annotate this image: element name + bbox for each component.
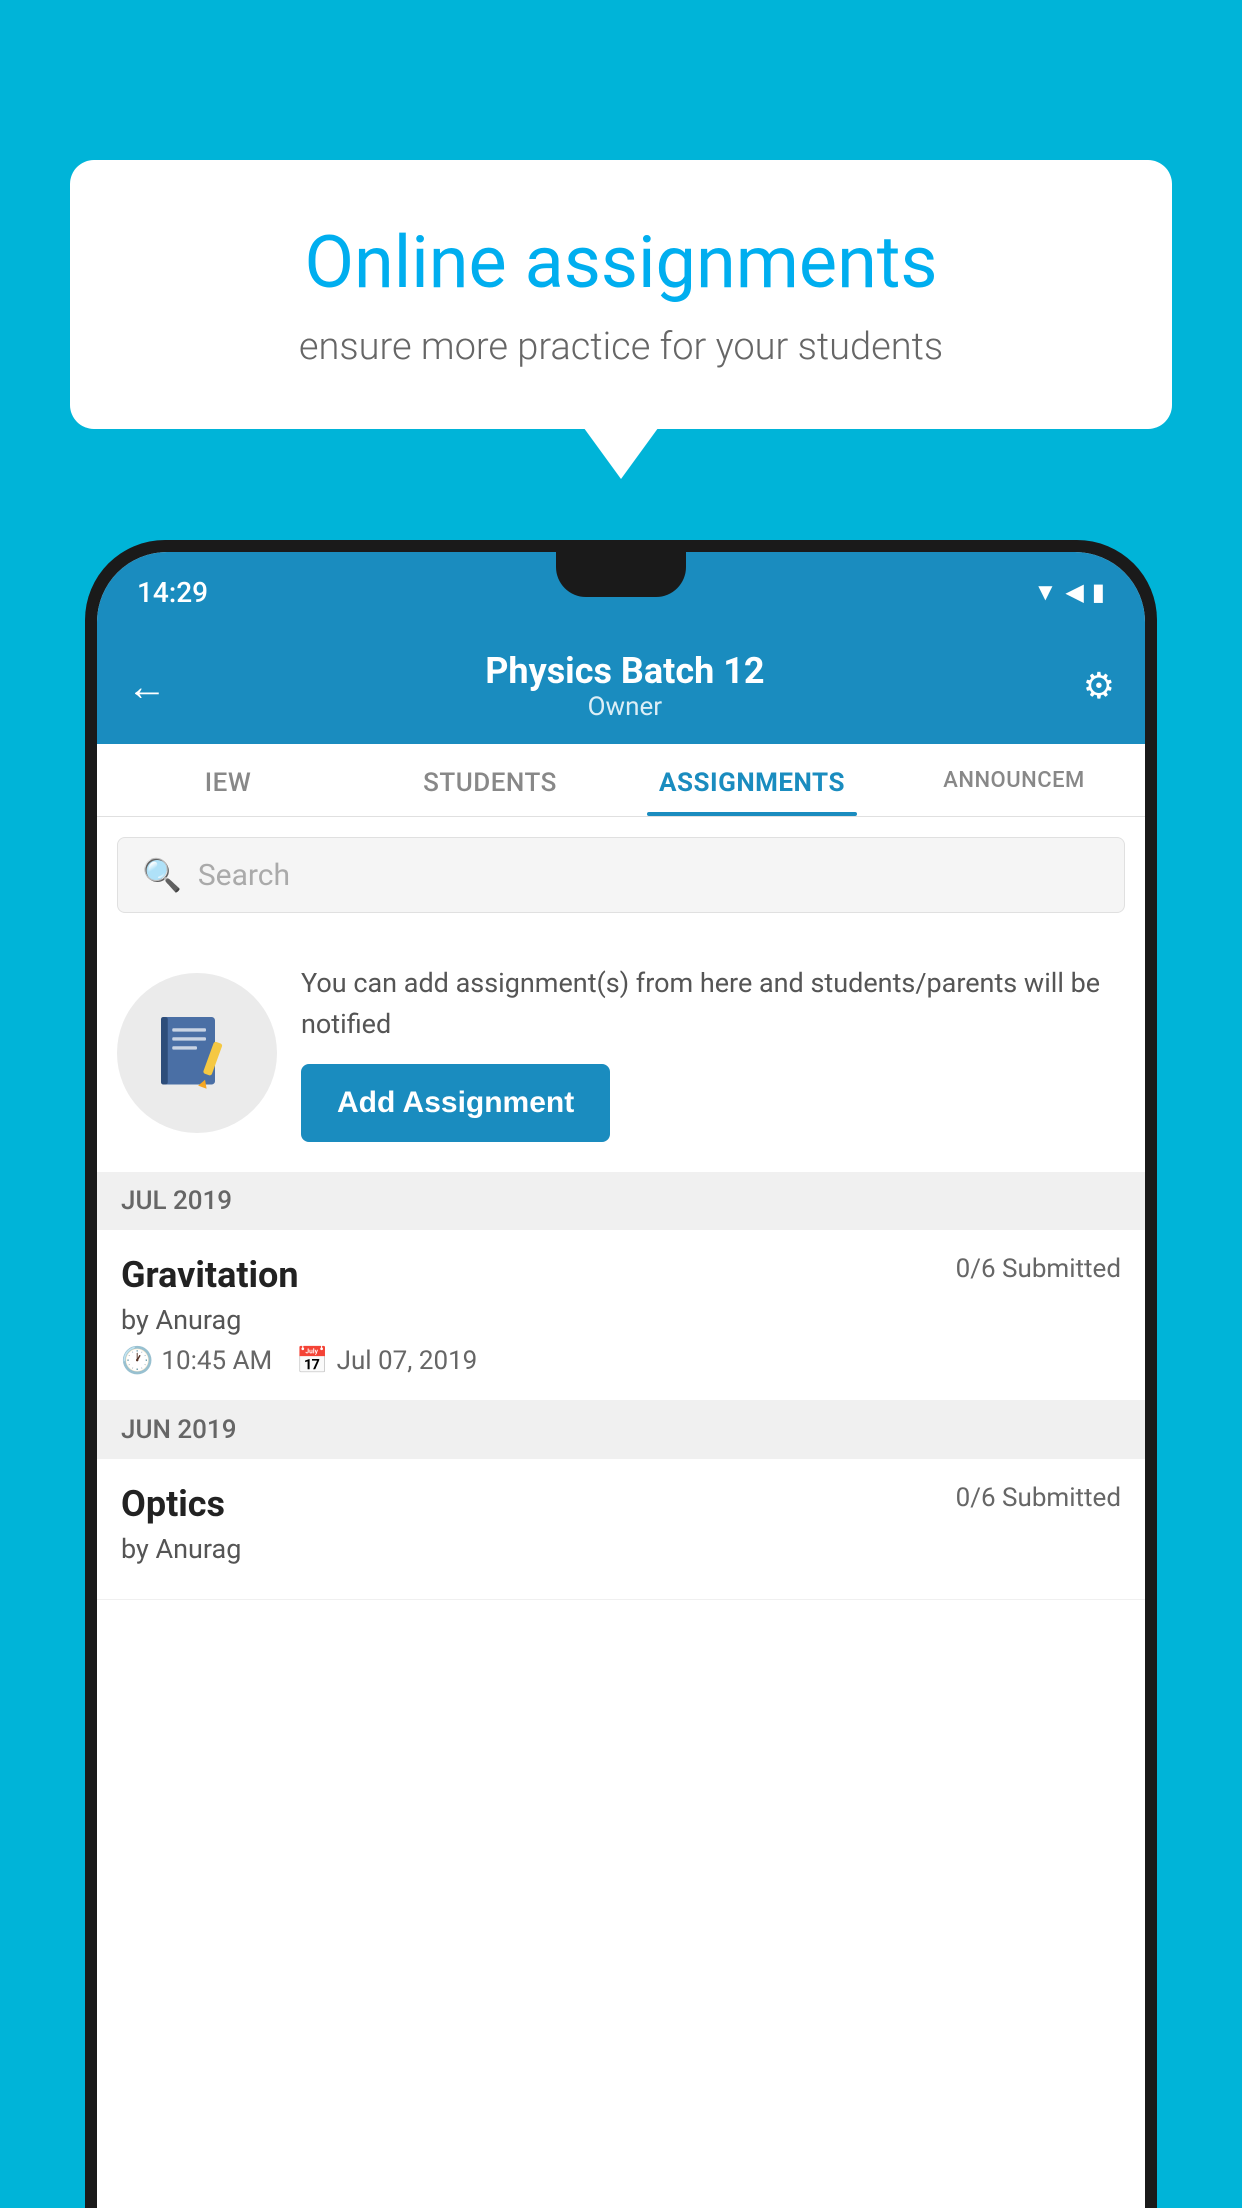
app-header: ← Physics Batch 12 Owner ⚙ bbox=[97, 632, 1145, 744]
speech-bubble-container: Online assignments ensure more practice … bbox=[70, 160, 1172, 429]
gear-icon[interactable]: ⚙ bbox=[1083, 665, 1115, 707]
add-assignment-desc: You can add assignment(s) from here and … bbox=[301, 963, 1125, 1044]
assignment-name-optics: Optics bbox=[121, 1483, 225, 1525]
wifi-icon: ▼ bbox=[1034, 578, 1058, 607]
bubble-subtitle: ensure more practice for your students bbox=[140, 325, 1102, 369]
tabs-bar: IEW STUDENTS ASSIGNMENTS ANNOUNCEM bbox=[97, 744, 1145, 817]
status-time: 14:29 bbox=[137, 576, 208, 609]
search-placeholder: Search bbox=[198, 858, 290, 893]
tab-iew[interactable]: IEW bbox=[97, 744, 359, 816]
status-bar: 14:29 ▼ ◀ ▮ bbox=[97, 552, 1145, 632]
meta-date-gravitation: 📅 Jul 07, 2019 bbox=[296, 1346, 477, 1376]
assignment-time-gravitation: 10:45 AM bbox=[161, 1346, 272, 1376]
tab-announcements[interactable]: ANNOUNCEM bbox=[883, 744, 1145, 816]
assignment-header-row: Gravitation 0/6 Submitted bbox=[121, 1254, 1121, 1296]
header-title-area: Physics Batch 12 Owner bbox=[485, 650, 764, 722]
assignment-submitted-gravitation: 0/6 Submitted bbox=[956, 1254, 1121, 1284]
month-separator-jul: JUL 2019 bbox=[97, 1172, 1145, 1230]
speech-bubble: Online assignments ensure more practice … bbox=[70, 160, 1172, 429]
assignment-submitted-optics: 0/6 Submitted bbox=[956, 1483, 1121, 1513]
calendar-icon: 📅 bbox=[296, 1346, 328, 1376]
tab-students[interactable]: STUDENTS bbox=[359, 744, 621, 816]
header-subtitle: Owner bbox=[485, 692, 764, 722]
assignment-item-optics[interactable]: Optics 0/6 Submitted by Anurag bbox=[97, 1459, 1145, 1600]
header-title: Physics Batch 12 bbox=[485, 650, 764, 692]
status-icons: ▼ ◀ ▮ bbox=[1034, 578, 1105, 607]
assignment-by-optics: by Anurag bbox=[121, 1533, 1121, 1565]
add-assignment-button[interactable]: Add Assignment bbox=[301, 1064, 610, 1142]
add-assignment-section: You can add assignment(s) from here and … bbox=[97, 933, 1145, 1172]
add-assignment-right: You can add assignment(s) from here and … bbox=[301, 963, 1125, 1142]
battery-icon: ▮ bbox=[1092, 578, 1105, 606]
signal-icon: ◀ bbox=[1065, 578, 1083, 606]
month-separator-jun: JUN 2019 bbox=[97, 1401, 1145, 1459]
meta-time-gravitation: 🕐 10:45 AM bbox=[121, 1346, 272, 1376]
assignment-by-gravitation: by Anurag bbox=[121, 1304, 1121, 1336]
bubble-title: Online assignments bbox=[140, 220, 1102, 305]
search-icon: 🔍 bbox=[142, 856, 182, 894]
notebook-svg-icon bbox=[152, 1008, 242, 1098]
notebook-icon-circle bbox=[117, 973, 277, 1133]
phone-inner: 14:29 ▼ ◀ ▮ ← Physics Batch 12 Owner ⚙ I… bbox=[97, 552, 1145, 2208]
tab-assignments[interactable]: ASSIGNMENTS bbox=[621, 744, 883, 816]
assignment-date-gravitation: Jul 07, 2019 bbox=[337, 1346, 478, 1376]
assignment-name-gravitation: Gravitation bbox=[121, 1254, 299, 1296]
assignment-header-row-optics: Optics 0/6 Submitted bbox=[121, 1483, 1121, 1525]
phone-mockup: 14:29 ▼ ◀ ▮ ← Physics Batch 12 Owner ⚙ I… bbox=[85, 540, 1157, 2208]
search-container: 🔍 Search bbox=[97, 817, 1145, 933]
search-bar[interactable]: 🔍 Search bbox=[117, 837, 1125, 913]
notch-cutout bbox=[556, 552, 686, 597]
back-button[interactable]: ← bbox=[127, 663, 167, 710]
clock-icon: 🕐 bbox=[121, 1346, 153, 1376]
assignment-meta-gravitation: 🕐 10:45 AM 📅 Jul 07, 2019 bbox=[121, 1346, 1121, 1376]
assignment-item-gravitation[interactable]: Gravitation 0/6 Submitted by Anurag 🕐 10… bbox=[97, 1230, 1145, 1401]
